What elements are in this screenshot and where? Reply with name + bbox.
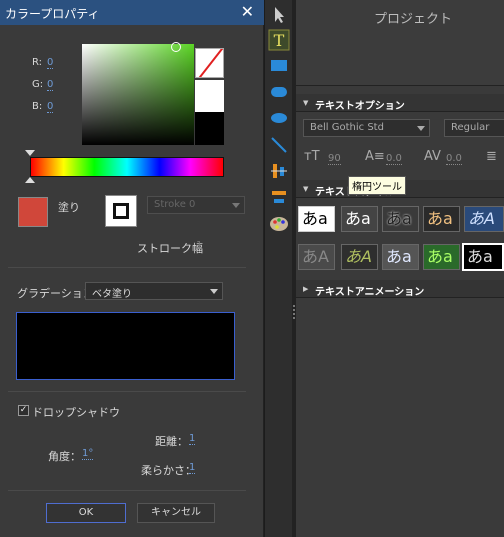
text-options-header[interactable]: ▼ テキストオプション xyxy=(296,94,504,112)
distance-label: 距離： xyxy=(155,435,188,448)
drop-shadow-label: ドロップシャドウ xyxy=(32,406,120,419)
hue-slider[interactable] xyxy=(30,157,224,177)
stroke-width-label: ストローク幅 xyxy=(137,242,203,255)
ellipse-tool-icon[interactable] xyxy=(268,107,290,129)
hue-marker-top[interactable] xyxy=(25,150,35,156)
align-icon[interactable]: ≣ xyxy=(486,149,497,164)
project-panel: プロジェクト xyxy=(296,0,504,86)
hue-marker-bottom[interactable] xyxy=(25,177,35,183)
kerning-value[interactable]: 0.0 xyxy=(446,153,462,165)
stroke-select-value: Stroke 0 xyxy=(154,199,196,210)
r-label: R: xyxy=(32,57,43,68)
b-value[interactable]: 0 xyxy=(47,101,54,113)
grip-icon xyxy=(293,305,295,319)
font-size-icon: тT xyxy=(304,149,320,164)
gradient-select[interactable]: ベタ塗り xyxy=(85,282,223,300)
align-tool-icon[interactable] xyxy=(268,160,290,182)
text-animation-header[interactable]: ▶ テキストアニメーション xyxy=(296,280,504,298)
g-label: G: xyxy=(32,79,44,90)
drop-shadow-checkbox[interactable]: ✓ xyxy=(18,405,29,416)
stroke-color-swatch[interactable] xyxy=(105,195,137,227)
cancel-button[interactable]: キャンセル xyxy=(137,503,215,523)
palette-tool-icon[interactable] xyxy=(268,213,290,235)
text-style-swatch[interactable]: あA xyxy=(341,244,378,270)
stroke-select[interactable]: Stroke 0 xyxy=(147,196,245,214)
font-family-select[interactable]: Bell Gothic Std xyxy=(303,119,430,137)
text-style-swatch[interactable]: あa xyxy=(298,206,335,232)
text-style-swatch[interactable]: あa xyxy=(423,244,460,270)
saturation-value-picker[interactable] xyxy=(82,44,194,145)
gradient-preview[interactable] xyxy=(16,312,235,380)
divider xyxy=(8,490,246,491)
tooltip: 楕円ツール xyxy=(348,176,406,195)
tool-strip: T xyxy=(265,0,292,537)
text-style-swatch[interactable]: あa xyxy=(382,244,419,270)
gradient-label: グラデーション xyxy=(17,287,94,300)
g-value[interactable]: 0 xyxy=(47,79,54,91)
expand-triangle-icon: ▼ xyxy=(303,99,309,107)
ok-button[interactable]: OK xyxy=(46,503,126,523)
stroke-preview-icon xyxy=(113,203,129,219)
line-tool-icon[interactable] xyxy=(268,134,290,156)
font-style-select[interactable]: Regular xyxy=(444,119,504,137)
fill-label: 塗り xyxy=(58,201,80,214)
text-style-swatch-selected[interactable]: あa xyxy=(462,243,504,271)
text-style-swatch[interactable]: あa xyxy=(423,206,460,232)
gradient-select-value: ベタ塗り xyxy=(92,289,132,300)
font-style-value: Regular xyxy=(451,122,490,133)
svg-text:T: T xyxy=(274,31,285,50)
leading-value[interactable]: 0.0 xyxy=(386,153,402,165)
fill-color-swatch[interactable] xyxy=(18,197,48,227)
distance-value[interactable]: 1 xyxy=(189,433,196,445)
dialog-title-bar[interactable]: カラープロパティ ✕ xyxy=(0,0,264,25)
text-style-swatch[interactable]: あA xyxy=(464,206,504,232)
project-title: プロジェクト xyxy=(374,12,453,27)
font-size-value[interactable]: 90 xyxy=(328,153,341,165)
chevron-down-icon xyxy=(417,126,425,131)
distribute-tool-icon[interactable] xyxy=(268,187,290,209)
font-family-value: Bell Gothic Std xyxy=(310,122,384,133)
angle-value[interactable]: 1° xyxy=(82,448,94,460)
rectangle-tool-icon[interactable] xyxy=(268,55,290,77)
softness-label: 柔らかさ： xyxy=(141,464,196,477)
selection-tool-icon[interactable] xyxy=(268,4,290,26)
black-swatch[interactable] xyxy=(195,112,224,145)
dialog-title: カラープロパティ xyxy=(5,7,100,21)
picker-cursor[interactable] xyxy=(171,42,181,52)
no-color-swatch[interactable] xyxy=(195,48,224,78)
text-style-swatch[interactable]: あa xyxy=(341,206,378,232)
text-style-swatch[interactable]: あA xyxy=(298,244,335,270)
angle-label: 角度： xyxy=(48,450,81,463)
white-swatch[interactable] xyxy=(195,80,224,112)
rounded-rect-tool-icon[interactable] xyxy=(268,81,290,103)
text-style-swatch[interactable]: あa xyxy=(382,206,419,232)
type-tool-icon[interactable]: T xyxy=(268,29,290,51)
chevron-down-icon xyxy=(210,289,218,294)
kerning-icon: AV xyxy=(424,149,441,164)
chevron-down-icon xyxy=(232,203,240,208)
stroke-width-value[interactable]: 1 xyxy=(196,240,203,252)
softness-value[interactable]: 1 xyxy=(189,462,196,474)
text-animation-title: テキストアニメーション xyxy=(315,287,425,298)
r-value[interactable]: 0 xyxy=(47,57,54,69)
divider xyxy=(8,267,246,268)
b-label: B: xyxy=(32,101,43,112)
text-options-title: テキストオプション xyxy=(315,101,405,112)
leading-icon: A≡ xyxy=(365,149,385,164)
close-icon[interactable]: ✕ xyxy=(241,2,254,21)
expand-triangle-icon: ▼ xyxy=(303,185,309,193)
collapse-triangle-icon: ▶ xyxy=(303,285,309,293)
divider xyxy=(8,391,246,392)
